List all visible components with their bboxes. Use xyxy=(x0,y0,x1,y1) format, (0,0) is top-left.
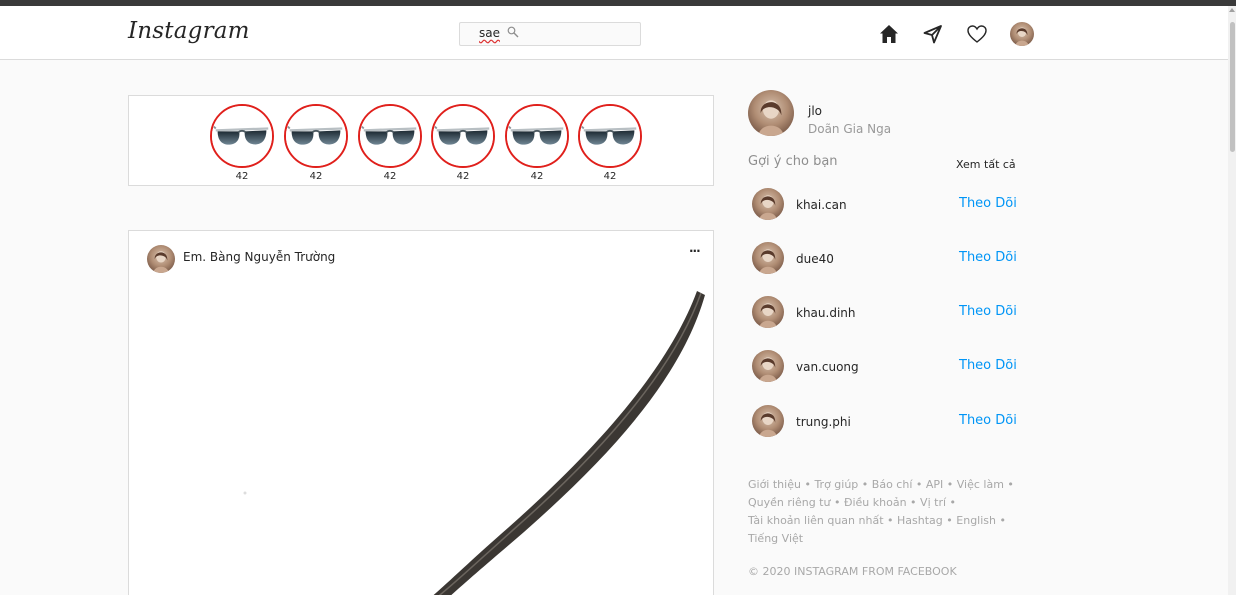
suggestion-photo xyxy=(752,188,784,220)
story-label: 42 xyxy=(603,171,617,182)
story-ring xyxy=(578,104,642,168)
footer-separator: • xyxy=(906,496,921,509)
footer-separator: • xyxy=(1003,478,1014,491)
footer-link[interactable]: Quyền riêng tư xyxy=(748,496,830,509)
post-image[interactable] xyxy=(129,287,713,595)
current-user-photo xyxy=(748,90,794,136)
footer-link[interactable]: Vị trí xyxy=(920,496,946,509)
footer-separator: • xyxy=(830,496,844,509)
suggestion-photo xyxy=(752,350,784,382)
story-item[interactable]: 42 xyxy=(431,104,495,182)
footer-link[interactable]: Giới thiệu xyxy=(748,478,801,491)
footer-separator: • xyxy=(800,478,815,491)
suggestion-avatar[interactable] xyxy=(752,296,784,328)
follow-button[interactable]: Theo Dõi xyxy=(959,250,1017,265)
suggestion-avatar[interactable] xyxy=(752,188,784,220)
suggestions-title: Gợi ý cho bạn xyxy=(748,154,838,169)
suggestion-item: due40 Theo Dõi xyxy=(752,242,1022,276)
footer-separator: • xyxy=(858,478,872,491)
footer-link[interactable]: Báo chí xyxy=(872,478,913,491)
profile-avatar[interactable] xyxy=(1010,22,1034,46)
footer-links: Giới thiệu • Trợ giúp • Báo chí • API • … xyxy=(748,476,1018,548)
suggestion-item: van.cuong Theo Dõi xyxy=(752,350,1022,384)
suggestion-username[interactable]: khau.dinh xyxy=(796,306,856,320)
suggestion-photo xyxy=(752,242,784,274)
footer-separator: • xyxy=(912,478,926,491)
current-user-avatar[interactable] xyxy=(748,90,794,136)
home-icon[interactable] xyxy=(877,22,901,46)
suggestion-avatar[interactable] xyxy=(752,405,784,437)
current-user-fullname: Doãn Gia Nga xyxy=(808,122,892,136)
story-label: 42 xyxy=(309,171,323,182)
sunglasses-image xyxy=(433,106,493,166)
story-item[interactable]: 42 xyxy=(210,104,274,182)
story-ring xyxy=(210,104,274,168)
story-label: 42 xyxy=(530,171,544,182)
suggestion-username[interactable]: trung.phi xyxy=(796,415,851,429)
story-ring xyxy=(284,104,348,168)
feed-post: Em. Bàng Nguyễn Trường ··· xyxy=(128,230,714,595)
suggestion-photo xyxy=(752,296,784,328)
story-label: 42 xyxy=(456,171,470,182)
post-author-avatar[interactable] xyxy=(147,245,175,273)
story-item[interactable]: 42 xyxy=(358,104,422,182)
footer-link[interactable]: Việc làm xyxy=(957,478,1004,491)
scrollbar-thumb[interactable] xyxy=(1230,22,1235,152)
post-author-photo xyxy=(147,245,175,273)
copyright: © 2020 INSTAGRAM FROM FACEBOOK xyxy=(748,565,957,578)
post-author-name[interactable]: Em. Bàng Nguyễn Trường xyxy=(183,250,335,264)
story-ring xyxy=(358,104,422,168)
story-item[interactable]: 42 xyxy=(578,104,642,182)
follow-button[interactable]: Theo Dõi xyxy=(959,196,1017,211)
suggestion-photo xyxy=(752,405,784,437)
sunglasses-image xyxy=(360,106,420,166)
footer-separator: • xyxy=(946,496,957,509)
footer-link[interactable]: Tiếng Việt xyxy=(748,532,803,545)
suggestion-item: trung.phi Theo Dõi xyxy=(752,405,1022,439)
footer-separator: • xyxy=(943,478,957,491)
footer-link[interactable]: English xyxy=(956,514,996,527)
heart-icon[interactable] xyxy=(965,22,989,46)
suggestion-item: khau.dinh Theo Dõi xyxy=(752,296,1022,330)
footer-link[interactable]: Trợ giúp xyxy=(814,478,858,491)
top-navigation: Instagram sae xyxy=(0,6,1236,60)
story-label: 42 xyxy=(383,171,397,182)
footer-link[interactable]: Hashtag xyxy=(897,514,943,527)
footer-separator: • xyxy=(883,514,898,527)
sunglasses-image xyxy=(507,106,567,166)
suggestion-avatar[interactable] xyxy=(752,242,784,274)
story-item[interactable]: 42 xyxy=(505,104,569,182)
footer-link[interactable]: API xyxy=(926,478,943,491)
footer-separator: • xyxy=(942,514,957,527)
sunglasses-image xyxy=(286,106,346,166)
sunglasses-image xyxy=(212,106,272,166)
sunglasses-image xyxy=(580,106,640,166)
follow-button[interactable]: Theo Dõi xyxy=(959,358,1017,373)
profile-photo xyxy=(1010,22,1034,46)
story-ring xyxy=(505,104,569,168)
see-all-link[interactable]: Xem tất cả xyxy=(956,158,1016,171)
footer-link[interactable]: Điều khoản xyxy=(844,496,907,509)
direct-message-icon[interactable] xyxy=(921,22,945,46)
story-ring xyxy=(431,104,495,168)
story-label: 42 xyxy=(235,171,249,182)
suggestion-username[interactable]: van.cuong xyxy=(796,360,859,374)
follow-button[interactable]: Theo Dõi xyxy=(959,413,1017,428)
suggestion-item: khai.can Theo Dõi xyxy=(752,188,1022,222)
suggestion-username[interactable]: due40 xyxy=(796,252,834,266)
search-query[interactable]: sae xyxy=(479,26,500,40)
story-item[interactable]: 42 xyxy=(284,104,348,182)
search-input[interactable]: sae xyxy=(459,22,641,46)
follow-button[interactable]: Theo Dõi xyxy=(959,304,1017,319)
scroll-up-icon[interactable] xyxy=(1229,8,1235,12)
stories-tray: 42 42 42 42 42 42 xyxy=(128,95,714,186)
footer-link[interactable]: Tài khoản liên quan nhất xyxy=(748,514,884,527)
more-options-icon[interactable]: ··· xyxy=(689,244,701,258)
search-icon xyxy=(507,26,519,38)
suggestion-avatar[interactable] xyxy=(752,350,784,382)
footer-separator: • xyxy=(996,514,1006,527)
current-user-username[interactable]: jlo xyxy=(808,104,822,118)
instagram-logo[interactable]: Instagram xyxy=(128,18,250,44)
suggestion-username[interactable]: khai.can xyxy=(796,198,847,212)
